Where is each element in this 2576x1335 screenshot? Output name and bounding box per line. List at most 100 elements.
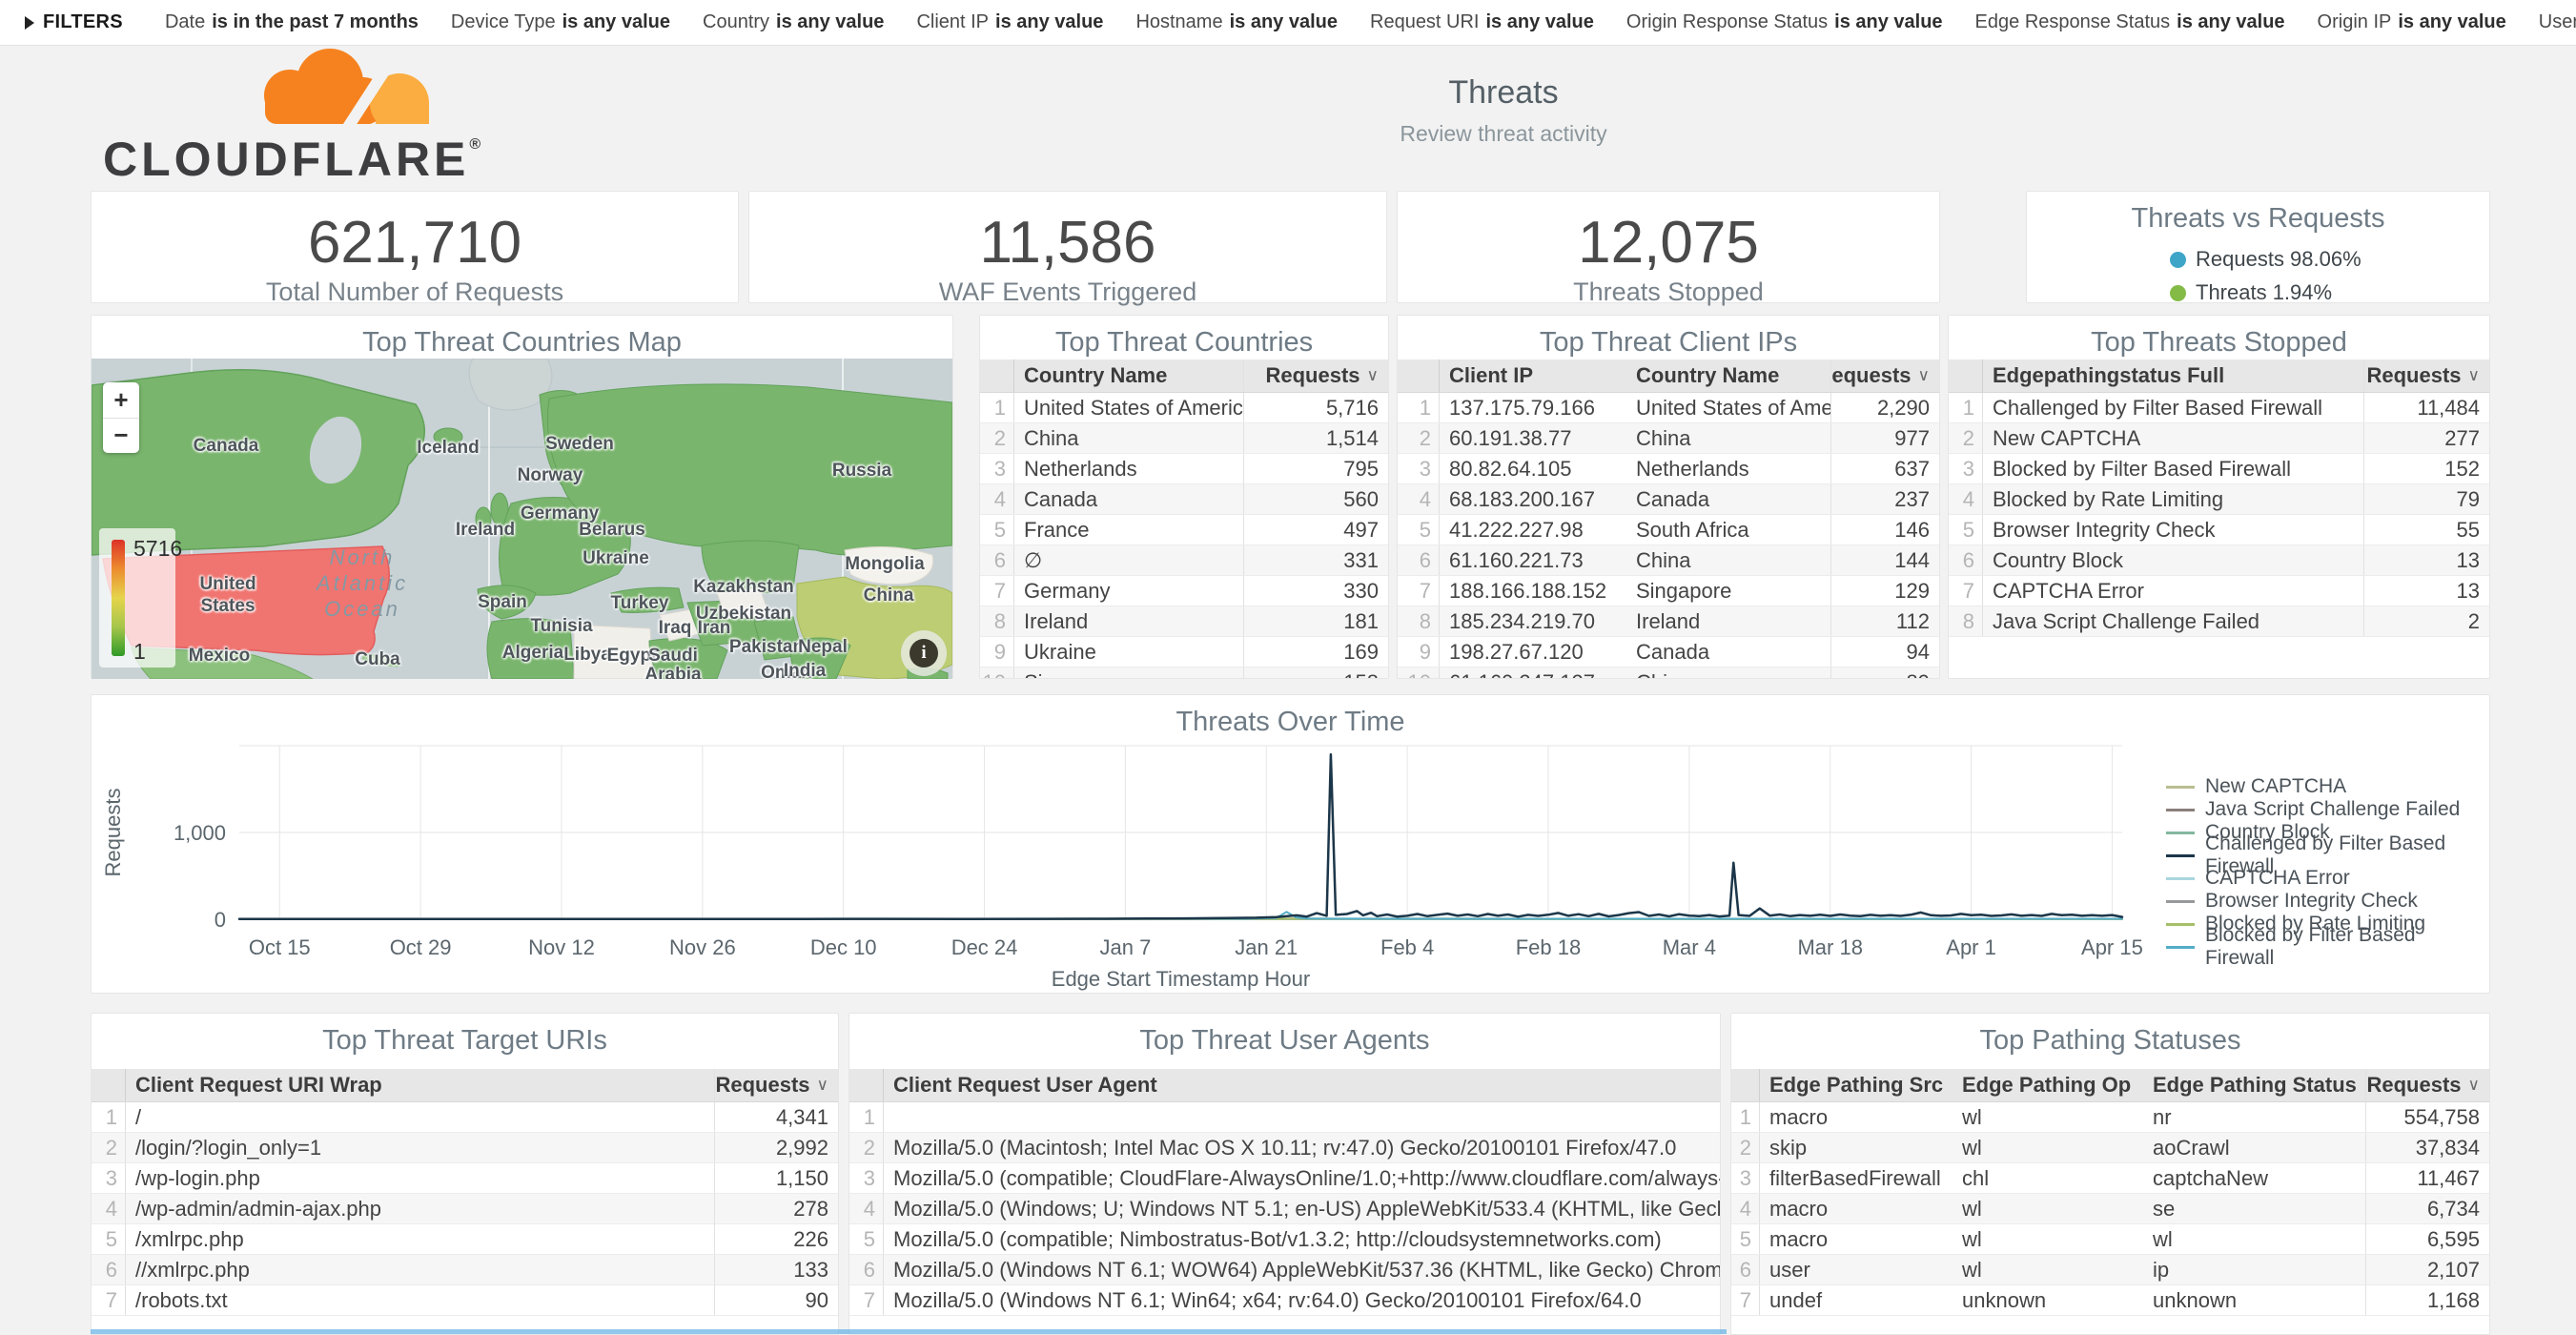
filter-item[interactable]: Request URIis any value: [1370, 11, 1594, 33]
filter-item[interactable]: Countryis any value: [703, 11, 884, 33]
table-row[interactable]: 1United States of America5,716: [980, 393, 1388, 423]
filter-item[interactable]: User Agentis any value: [2539, 11, 2576, 33]
table-row[interactable]: 5Mozilla/5.0 (compatible; Nimbostratus-B…: [849, 1224, 1720, 1255]
table-row[interactable]: 1061.160.247.127China89: [1398, 668, 1939, 678]
map-info-button[interactable]: i: [901, 630, 947, 676]
column-header[interactable]: Client Request User Agent: [884, 1069, 1720, 1101]
table-row[interactable]: 6∅331: [980, 545, 1388, 576]
table-row[interactable]: 661.160.221.73China144: [1398, 545, 1939, 576]
column-header[interactable]: Edge Pathing Status: [2143, 1069, 2365, 1101]
table-row[interactable]: 4/wp-admin/admin-ajax.php278: [92, 1194, 838, 1224]
table-row[interactable]: 1/4,341: [92, 1102, 838, 1133]
filter-item[interactable]: Origin IPis any value: [2318, 11, 2506, 33]
map-zoom-in-button[interactable]: +: [103, 382, 139, 419]
table-row[interactable]: 10Singapore158: [980, 668, 1388, 678]
filter-item[interactable]: Device Typeis any value: [451, 11, 670, 33]
table-row[interactable]: 9Ukraine169: [980, 637, 1388, 668]
table-row[interactable]: 3/wp-login.php1,150: [92, 1163, 838, 1194]
table-row[interactable]: 541.222.227.98South Africa146: [1398, 515, 1939, 545]
table-row[interactable]: 9198.27.67.120Canada94: [1398, 637, 1939, 668]
table-row[interactable]: 8Ireland181: [980, 606, 1388, 637]
chart-legend-item[interactable]: Browser Integrity Check: [2166, 892, 2489, 911]
table-row[interactable]: 4macrowlse6,734: [1731, 1194, 2489, 1224]
column-header[interactable]: Country Name: [1014, 359, 1243, 392]
pie-legend-item[interactable]: Threats 1.94%: [2170, 280, 2361, 305]
column-header[interactable]: Edgepathingstatus Full: [1983, 359, 2363, 392]
table-row[interactable]: 7/robots.txt90: [92, 1285, 838, 1316]
filter-item[interactable]: Client IPis any value: [916, 11, 1103, 33]
table-row[interactable]: 3Mozilla/5.0 (compatible; CloudFlare-Alw…: [849, 1163, 1720, 1194]
table-row[interactable]: 7188.166.188.152Singapore129: [1398, 576, 1939, 606]
column-header[interactable]: Requests∨: [1830, 359, 1939, 392]
chart-legend-item[interactable]: Java Script Challenge Failed: [2166, 800, 2489, 819]
table-row[interactable]: 4Canada560: [980, 484, 1388, 515]
top-threat-user-agents-table: Client Request User Agent12Mozilla/5.0 (…: [849, 1069, 1720, 1334]
table-row[interactable]: 5macrowlwl6,595: [1731, 1224, 2489, 1255]
table-row[interactable]: 7undefunknownunknown1,168: [1731, 1285, 2489, 1316]
table-row[interactable]: 380.82.64.105Netherlands637: [1398, 454, 1939, 484]
table-row[interactable]: 5France497: [980, 515, 1388, 545]
table-cell: CAPTCHA Error: [1983, 576, 2363, 606]
column-header[interactable]: Requests∨: [2365, 1069, 2489, 1101]
chart-legend-item[interactable]: Blocked by Filter Based Firewall: [2166, 937, 2489, 956]
table-row[interactable]: 7CAPTCHA Error13: [1949, 576, 2489, 606]
table-row[interactable]: 7Germany330: [980, 576, 1388, 606]
table-row[interactable]: 468.183.200.167Canada237: [1398, 484, 1939, 515]
chart-legend-item[interactable]: CAPTCHA Error: [2166, 869, 2489, 888]
table-row[interactable]: 3Blocked by Filter Based Firewall152: [1949, 454, 2489, 484]
table-row[interactable]: 1137.175.79.166United States of America2…: [1398, 393, 1939, 423]
table-row[interactable]: 2New CAPTCHA277: [1949, 423, 2489, 454]
table-row[interactable]: 6Country Block13: [1949, 545, 2489, 576]
column-header[interactable]: Client IP: [1440, 359, 1626, 392]
x-axis-tick-label: Apr 1: [1946, 935, 1996, 959]
table-row[interactable]: 4Mozilla/5.0 (Windows; U; Windows NT 5.1…: [849, 1194, 1720, 1224]
row-index: 5: [92, 1224, 126, 1254]
table-row[interactable]: 2China1,514: [980, 423, 1388, 454]
series-line: [239, 754, 2122, 919]
filter-item[interactable]: Edge Response Statusis any value: [1975, 11, 2285, 33]
table-row[interactable]: 260.191.38.77China977: [1398, 423, 1939, 454]
world-map[interactable]: + − 5716 1 i CanadaUnitedStatesMexicoCub…: [92, 359, 952, 679]
filter-item[interactable]: Origin Response Statusis any value: [1626, 11, 1943, 33]
x-axis-tick-label: Dec 24: [951, 935, 1018, 959]
table-row[interactable]: 1Challenged by Filter Based Firewall11,4…: [1949, 393, 2489, 423]
column-header[interactable]: Requests∨: [2363, 359, 2489, 392]
chart-legend-item[interactable]: Challenged by Filter Based Firewall: [2166, 846, 2489, 865]
pie-legend-item[interactable]: Requests 98.06%: [2170, 247, 2361, 272]
table-row[interactable]: 1macrowlnr554,758: [1731, 1102, 2489, 1133]
table-row[interactable]: 6Mozilla/5.0 (Windows NT 6.1; WOW64) App…: [849, 1255, 1720, 1285]
table-cell: /robots.txt: [126, 1285, 714, 1315]
table-row[interactable]: 3filterBasedFirewallchlcaptchaNew11,467: [1731, 1163, 2489, 1194]
filter-field-label: Request URI: [1370, 11, 1480, 32]
row-index: 3: [1731, 1163, 1760, 1193]
table-row[interactable]: 2Mozilla/5.0 (Macintosh; Intel Mac OS X …: [849, 1133, 1720, 1163]
column-header[interactable]: Client Request URI Wrap: [126, 1069, 714, 1101]
chart-legend-item[interactable]: New CAPTCHA: [2166, 777, 2489, 796]
table-row[interactable]: 7Mozilla/5.0 (Windows NT 6.1; Win64; x64…: [849, 1285, 1720, 1316]
table-row[interactable]: 3Netherlands795: [980, 454, 1388, 484]
column-header[interactable]: Edge Pathing Op: [1952, 1069, 2143, 1101]
table-row[interactable]: 2/login/?login_only=12,992: [92, 1133, 838, 1163]
table-row[interactable]: 8Java Script Challenge Failed2: [1949, 606, 2489, 637]
table-row[interactable]: 8185.234.219.70Ireland112: [1398, 606, 1939, 637]
table-cell: 637: [1830, 454, 1939, 483]
filters-toggle[interactable]: FILTERS: [25, 11, 123, 33]
filter-item[interactable]: Dateis in the past 7 months: [165, 11, 419, 33]
filter-item[interactable]: Hostnameis any value: [1135, 11, 1338, 33]
column-header-label: Requests: [2367, 1073, 2462, 1098]
bottom-scroll-accent[interactable]: [91, 1329, 1727, 1334]
column-header[interactable]: Country Name: [1626, 359, 1830, 392]
column-header[interactable]: Requests∨: [1243, 359, 1388, 392]
table-row[interactable]: 4Blocked by Rate Limiting79: [1949, 484, 2489, 515]
table-row[interactable]: 5/xmlrpc.php226: [92, 1224, 838, 1255]
table-row[interactable]: 2skipwlaoCrawl37,834: [1731, 1133, 2489, 1163]
table-row[interactable]: 6userwlip2,107: [1731, 1255, 2489, 1285]
table-row[interactable]: 5Browser Integrity Check55: [1949, 515, 2489, 545]
table-row[interactable]: 1: [849, 1102, 1720, 1133]
table-cell: 158: [1243, 668, 1388, 678]
row-index: 6: [1731, 1255, 1760, 1284]
map-zoom-out-button[interactable]: −: [103, 419, 139, 454]
column-header[interactable]: Edge Pathing Src: [1760, 1069, 1952, 1101]
table-row[interactable]: 6//xmlrpc.php133: [92, 1255, 838, 1285]
column-header[interactable]: Requests∨: [714, 1069, 838, 1101]
